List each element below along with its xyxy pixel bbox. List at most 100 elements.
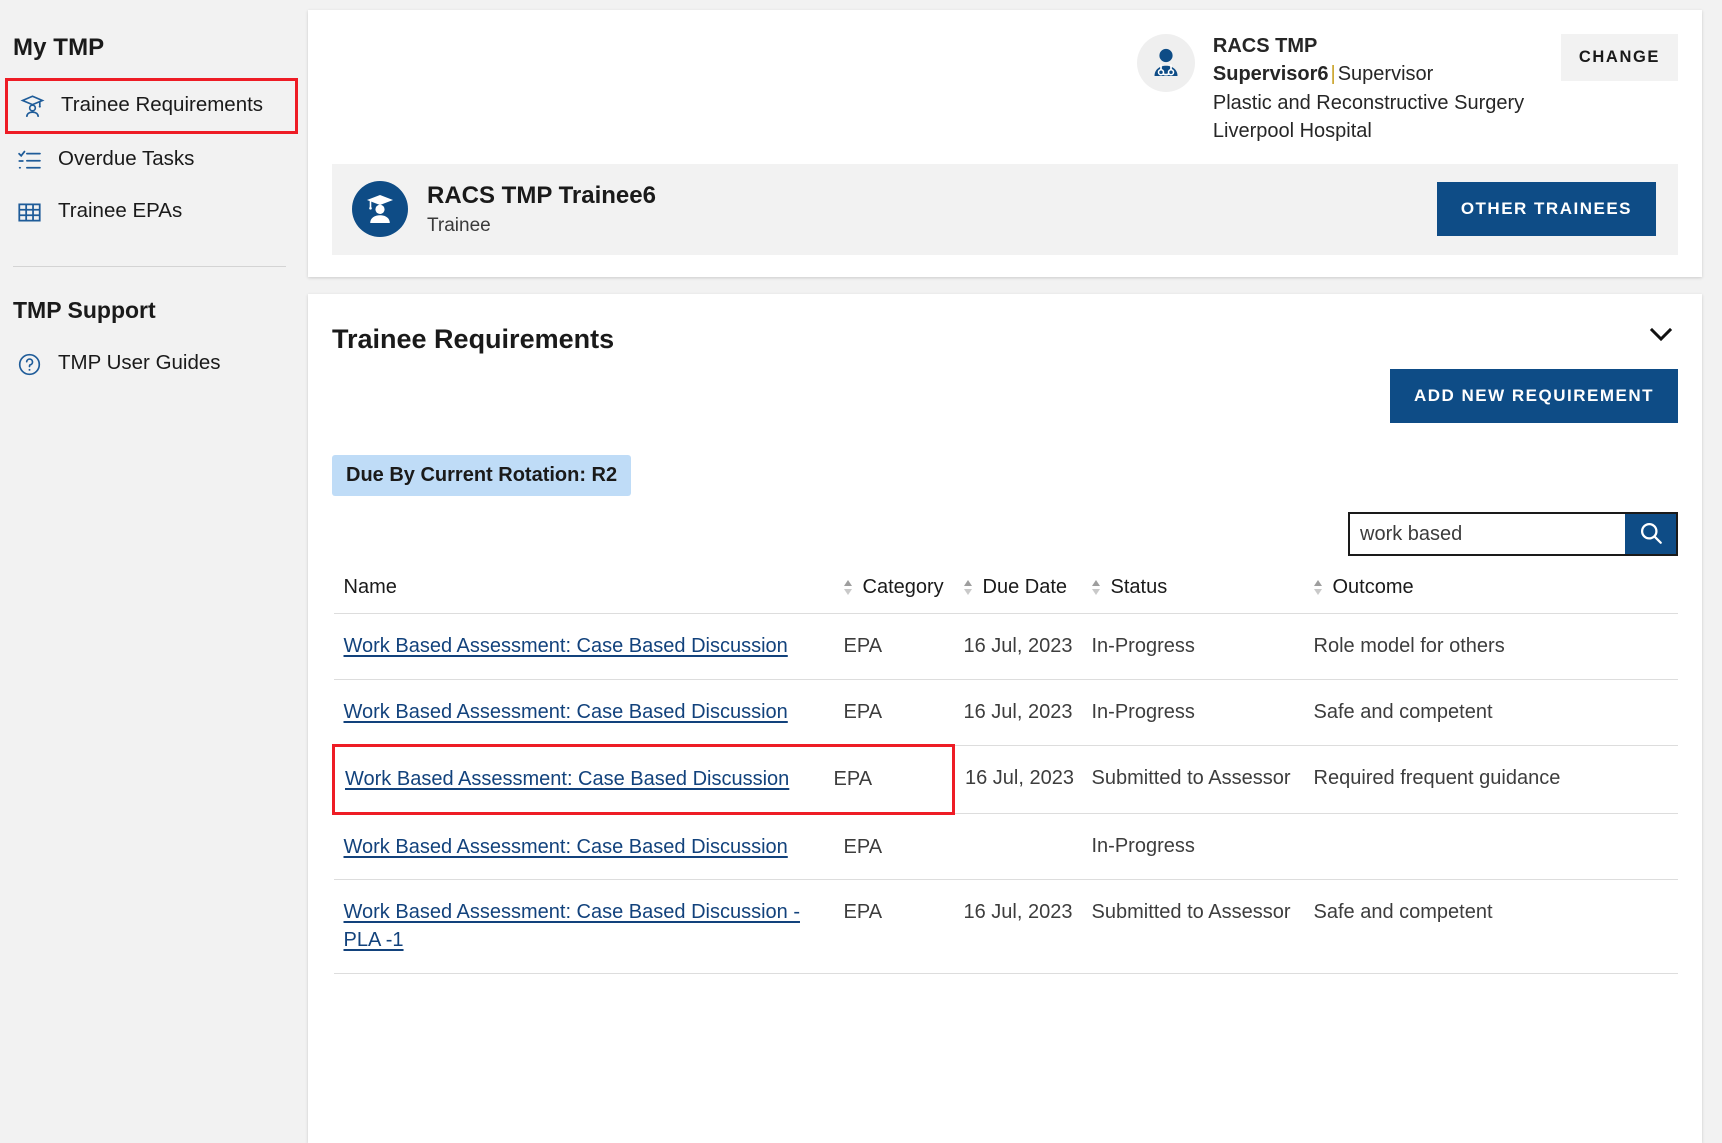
sidebar-heading: My TMP — [13, 34, 105, 61]
cell-name: Work Based Assessment: Case Based Discus… — [333, 679, 834, 747]
add-new-requirement-button[interactable]: ADD NEW REQUIREMENT — [1389, 369, 1678, 424]
search-box — [1348, 512, 1678, 557]
column-header-label: Outcome — [1332, 576, 1414, 599]
cell-category: EPA — [833, 879, 954, 974]
sidebar-item-overdue-tasks[interactable]: Overdue Tasks — [0, 134, 304, 186]
cell-name: Work Based Assessment: Case Based Discus… — [333, 879, 834, 974]
requirements-table: Name Category Due Date Status Outcome Wo… — [332, 566, 1678, 974]
cell-category: EPA — [833, 744, 955, 815]
column-header-label: Category — [862, 576, 944, 599]
trainee-identity: RACS TMP Trainee6 Trainee — [352, 180, 656, 240]
cell-due-date: 16 Jul, 2023 — [953, 613, 1082, 680]
cell-due-date: 16 Jul, 2023 — [953, 879, 1082, 974]
cell-outcome — [1303, 813, 1678, 880]
column-header-outcome[interactable]: Outcome — [1303, 566, 1678, 615]
cell-name: Work Based Assessment: Case Based Discus… — [333, 613, 834, 680]
trainee-role: Trainee — [427, 214, 491, 236]
column-header-label: Name — [343, 576, 397, 599]
cell-due-date: 16 Jul, 2023 — [953, 745, 1082, 814]
column-header-due-date[interactable]: Due Date — [953, 566, 1082, 615]
supervisor-name-line: RACS TMP Supervisor6 | Supervisor — [1213, 32, 1543, 89]
cell-status: Submitted to Assessor — [1081, 745, 1304, 814]
requirement-link[interactable]: Work Based Assessment: Case Based Discus… — [344, 701, 788, 723]
cell-status: In-Progress — [1081, 613, 1304, 680]
cell-outcome: Role model for others — [1303, 613, 1678, 680]
supervisor-hospital: Liverpool Hospital — [1212, 120, 1372, 143]
requirement-link[interactable]: Work Based Assessment: Case Based Discus… — [345, 768, 789, 790]
table-row[interactable]: Work Based Assessment: Case Based Discus… — [333, 613, 1678, 680]
table-row[interactable]: Work Based Assessment: Case Based Discus… — [332, 744, 1678, 815]
trainee-requirements-card: Trainee Requirements ADD NEW REQUIREMENT… — [308, 294, 1702, 1143]
cell-category: EPA — [833, 813, 954, 880]
sort-arrows-icon — [1313, 580, 1323, 596]
cell-status: Submitted to Assessor — [1081, 879, 1304, 974]
sidebar-item-label: Overdue Tasks — [58, 146, 195, 170]
doctor-avatar-icon — [1136, 34, 1195, 92]
table-row[interactable]: Work Based Assessment: Case Based Discus… — [333, 679, 1678, 747]
column-header-label: Due Date — [982, 576, 1068, 599]
table-grid-icon — [17, 200, 42, 225]
requirement-link[interactable]: Work Based Assessment: Case Based Discus… — [344, 635, 788, 657]
column-header-name[interactable]: Name — [333, 566, 834, 615]
sidebar-item-trainee-requirements[interactable]: Trainee Requirements — [5, 78, 298, 134]
cell-category: EPA — [833, 613, 954, 680]
cell-status: In-Progress — [1081, 813, 1304, 880]
column-header-category[interactable]: Category — [833, 566, 954, 615]
sidebar-item-label: Trainee EPAs — [58, 198, 183, 222]
other-trainees-button[interactable]: OTHER TRAINEES — [1436, 182, 1656, 237]
table-row[interactable]: Work Based Assessment: Case Based Discus… — [333, 879, 1678, 974]
requirements-header: Trainee Requirements — [332, 320, 1678, 355]
sidebar-item-label: Trainee Requirements — [61, 92, 264, 116]
checklist-icon — [17, 148, 42, 173]
page-title: Trainee Requirements — [332, 324, 615, 355]
supervisor-row: RACS TMP Supervisor6 | Supervisor Plastic … — [308, 10, 1702, 164]
main-content: RACS TMP Supervisor6 | Supervisor Plastic … — [304, 0, 1722, 1143]
table-body: Work Based Assessment: Case Based Discus… — [332, 613, 1678, 974]
trainee-bar: RACS TMP Trainee6 Trainee OTHER TRAINEES — [332, 163, 1678, 256]
graduate-cap-icon — [20, 94, 45, 119]
search-icon — [1638, 520, 1664, 549]
cell-due-date: 16 Jul, 2023 — [953, 679, 1082, 747]
table-row[interactable]: Work Based Assessment: Case Based Discus… — [333, 813, 1678, 880]
supervisor-separator: | — [1330, 63, 1336, 86]
chevron-down-icon — [1646, 324, 1676, 347]
search-button[interactable] — [1625, 514, 1676, 555]
question-circle-icon — [17, 352, 42, 377]
graduate-avatar-icon — [352, 181, 408, 238]
cell-name: Work Based Assessment: Case Based Discus… — [332, 744, 834, 815]
cell-outcome: Required frequent guidance — [1303, 745, 1678, 814]
table-header-row: Name Category Due Date Status Outcome — [333, 566, 1678, 615]
sort-arrows-icon — [843, 580, 853, 596]
cell-due-date — [953, 813, 1082, 880]
cell-outcome: Safe and competent — [1303, 679, 1678, 747]
supervisor-info: RACS TMP Supervisor6 | Supervisor Plastic … — [1213, 32, 1543, 146]
supervisor-specialty: Plastic and Reconstructive Surgery — [1212, 91, 1525, 114]
trainee-name: RACS TMP Trainee6 — [427, 181, 656, 209]
column-header-status[interactable]: Status — [1081, 566, 1304, 615]
cell-outcome: Safe and competent — [1303, 879, 1678, 974]
requirement-link[interactable]: Work Based Assessment: Case Based Discus… — [344, 836, 788, 858]
trainee-text: RACS TMP Trainee6 Trainee — [427, 180, 656, 240]
sidebar-support-heading: TMP Support — [13, 297, 156, 323]
change-button[interactable]: CHANGE — [1560, 34, 1678, 81]
column-header-label: Status — [1110, 576, 1168, 599]
table-head: Name Category Due Date Status Outcome — [333, 566, 1678, 615]
cell-category: EPA — [833, 679, 954, 747]
sort-arrows-icon — [1091, 580, 1101, 596]
sidebar: My TMP Trainee Requirements Overdue Task… — [0, 0, 304, 1143]
search-row — [332, 512, 1678, 557]
search-input[interactable] — [1350, 514, 1626, 555]
sidebar-item-trainee-epas[interactable]: Trainee EPAs — [0, 186, 304, 238]
filter-chip-due-by-rotation[interactable]: Due By Current Rotation: R2 — [332, 455, 632, 497]
collapse-toggle[interactable] — [1646, 320, 1678, 347]
sidebar-item-tmp-user-guides[interactable]: TMP User Guides — [0, 338, 304, 390]
cell-name: Work Based Assessment: Case Based Discus… — [333, 813, 834, 880]
sidebar-item-label: TMP User Guides — [58, 350, 221, 374]
cell-status: In-Progress — [1081, 679, 1304, 747]
requirements-actions: ADD NEW REQUIREMENT — [332, 369, 1678, 424]
sort-arrows-icon — [963, 580, 973, 596]
requirement-link[interactable]: Work Based Assessment: Case Based Discus… — [344, 901, 800, 951]
app-root: My TMP Trainee Requirements Overdue Task… — [0, 0, 1722, 1143]
context-card: RACS TMP Supervisor6 | Supervisor Plastic … — [308, 10, 1702, 278]
supervisor-name: RACS TMP Supervisor6 — [1212, 35, 1329, 86]
